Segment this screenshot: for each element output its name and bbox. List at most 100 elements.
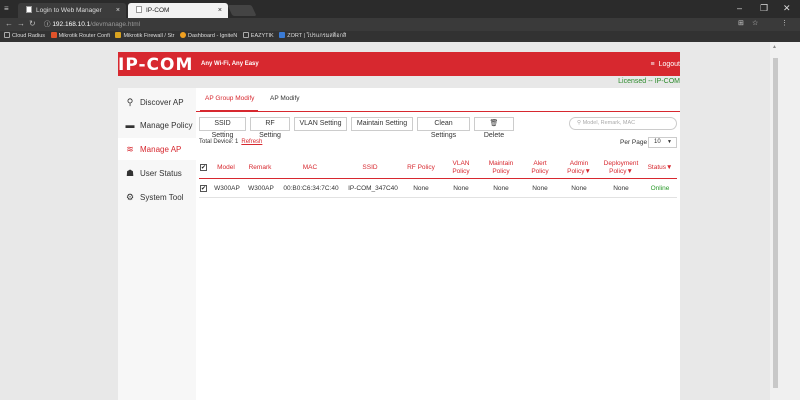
sidebar-item-discover-ap[interactable]: ⚲ Discover AP — [118, 91, 196, 113]
sidebar-item-label: User Status — [140, 169, 182, 178]
cell-mac: 00:B0:C6:34:7C:40 — [283, 185, 339, 192]
bookmark-item[interactable]: Dashboard - IgniteN — [180, 31, 237, 42]
tagline: Any Wi-Fi, Any Easy — [201, 61, 259, 67]
translate-icon[interactable]: ⊞ — [738, 19, 744, 27]
sidebar-item-label: Manage Policy — [140, 121, 193, 130]
sidebar-item-manage-ap[interactable]: ≋ Manage AP — [118, 138, 196, 160]
subtab-bar: AP Group Modify AP Modify — [196, 88, 680, 112]
bookmark-item[interactable]: Mikrotik Router Confi — [50, 31, 110, 42]
scrollbar-thumb[interactable] — [773, 58, 778, 388]
address-host: 192.168.10.1 — [52, 21, 91, 28]
browser-tab-login[interactable]: Login to Web Manager × — [18, 3, 126, 18]
bookmark-label: Cloud Radius — [12, 33, 46, 39]
col-remark[interactable]: Remark — [245, 164, 275, 172]
clean-settings-button[interactable]: Clean Settings — [417, 117, 470, 139]
status-badge: Online — [650, 185, 670, 192]
per-page-select[interactable]: 10 ▼ — [648, 137, 677, 148]
sidebar-item-system-tool[interactable]: ⚙ System Tool — [118, 186, 196, 208]
bookmark-item[interactable]: EAZYTIK — [242, 31, 274, 42]
back-icon[interactable]: ← — [5, 19, 13, 28]
page-icon — [4, 32, 10, 38]
sidebar-item-label: Manage AP — [140, 145, 182, 154]
per-page-value: 10 — [654, 139, 661, 145]
close-icon[interactable]: × — [116, 3, 120, 18]
cell-ssid: IP-COM_347C40 — [348, 185, 398, 192]
sidebar: ⚲ Discover AP ▬ Manage Policy ≋ Manage AP ☗… — [118, 88, 196, 400]
bookmark-star-icon[interactable]: ☆ — [752, 19, 758, 27]
delete-button[interactable]: 🗑 Delete — [474, 117, 514, 139]
browser-tab-bar: ≡ Login to Web Manager × IP-COM × – ❐ ✕ — [0, 0, 800, 18]
browser-menu-icon[interactable]: ≡ — [4, 4, 13, 13]
trash-icon: 🗑 — [489, 120, 499, 127]
ssid-setting-button[interactable]: SSID Setting — [199, 117, 246, 139]
forward-icon[interactable]: → — [17, 19, 25, 28]
bookmark-label: Dashboard - IgniteN — [188, 33, 238, 39]
col-deployment-policy[interactable]: Deployment Policy▼ — [601, 160, 641, 176]
info-icon[interactable]: ⓘ — [44, 21, 51, 28]
col-maintain-policy[interactable]: Maintain Policy — [483, 160, 519, 176]
cell-alert-policy: None — [532, 185, 548, 192]
cell-model: W300AP — [214, 185, 240, 192]
bookmark-favicon — [50, 32, 57, 38]
bookmark-item[interactable]: ZORT | โปรแกรมสต็อกสิ — [279, 31, 346, 42]
refresh-link[interactable]: Refresh — [241, 139, 262, 145]
col-admin-policy[interactable]: Admin Policy▼ — [563, 160, 595, 176]
bookmark-favicon — [115, 32, 122, 38]
sidebar-item-manage-policy[interactable]: ▬ Manage Policy — [118, 114, 196, 136]
browser-tab-ipcom[interactable]: IP-COM × — [128, 3, 228, 18]
select-all-checkbox[interactable]: ✔ — [200, 164, 207, 171]
col-status[interactable]: Status▼ — [645, 164, 675, 172]
reload-icon[interactable]: ↻ — [29, 19, 36, 28]
row-checkbox[interactable]: ✔ — [200, 185, 207, 192]
browser-navbar: ← → ↻ ⓘ 192.168.10.1/devmanage.html ⊞ ☆ … — [0, 18, 800, 31]
search-icon: ⚲ — [577, 120, 582, 126]
list-icon: ≡ — [650, 61, 655, 68]
vlan-setting-button[interactable]: VLAN Setting — [294, 117, 347, 131]
col-ssid[interactable]: SSID — [345, 164, 395, 172]
cell-maintain-policy: None — [493, 185, 509, 192]
sidebar-item-label: System Tool — [140, 193, 184, 202]
scroll-up-icon[interactable]: ▲ — [772, 44, 777, 50]
bookmark-favicon — [279, 32, 286, 38]
table-header-divider — [199, 178, 677, 179]
per-page-label: Per Page — [620, 139, 648, 146]
briefcase-icon: ▬ — [125, 120, 135, 130]
bookmark-label: ZORT | โปรแกรมสต็อกสิ — [287, 33, 347, 39]
page-icon — [136, 6, 142, 13]
tab-ap-modify[interactable]: AP Modify — [270, 95, 300, 102]
logout-button[interactable]: ≡ Logout — [650, 61, 680, 68]
page-icon — [242, 32, 249, 38]
cell-vlan-policy: None — [453, 185, 469, 192]
bookmark-label: EAZYTIK — [250, 33, 274, 39]
search-input[interactable]: ⚲ Model, Remark, MAC — [569, 117, 677, 130]
cell-admin-policy: None — [571, 185, 587, 192]
total-devices: Total Device: 1 Refresh — [199, 139, 262, 145]
minimize-icon[interactable]: – — [737, 3, 742, 13]
maximize-icon[interactable]: ❐ — [760, 3, 768, 14]
active-tab-indicator — [200, 110, 258, 112]
app-header: IP-COM Any Wi-Fi, Any Easy ≡ Logout — [118, 52, 680, 76]
col-rf-policy[interactable]: RF Policy — [403, 164, 439, 172]
bookmark-favicon — [180, 32, 187, 38]
col-model[interactable]: Model — [214, 164, 238, 172]
close-window-icon[interactable]: ✕ — [783, 3, 791, 14]
col-vlan-policy[interactable]: VLAN Policy — [445, 160, 477, 176]
bookmark-label: Mikrotik Firewall / Str — [123, 33, 175, 39]
browser-tab-label: Login to Web Manager — [36, 7, 102, 14]
address-bar[interactable]: ⓘ 192.168.10.1/devmanage.html — [44, 19, 644, 30]
sidebar-item-user-status[interactable]: ☗ User Status — [118, 162, 196, 184]
ipcom-logo: IP-COM — [118, 55, 194, 75]
new-tab-button[interactable] — [227, 5, 257, 16]
more-menu-icon[interactable]: ⋮ — [781, 19, 788, 27]
rf-setting-button[interactable]: RF Setting — [250, 117, 290, 139]
bookmark-label: Mikrotik Router Confi — [58, 33, 110, 39]
col-alert-policy[interactable]: Alert Policy — [525, 160, 555, 176]
close-icon[interactable]: × — [218, 3, 222, 18]
bookmark-item[interactable]: Cloud Radius — [4, 31, 45, 42]
maintain-setting-button[interactable]: Maintain Setting — [351, 117, 413, 131]
col-mac[interactable]: MAC — [285, 164, 335, 172]
tab-ap-group-modify[interactable]: AP Group Modify — [205, 95, 254, 102]
bookmark-item[interactable]: Mikrotik Firewall / Str — [115, 31, 174, 42]
cell-deployment-policy: None — [613, 185, 629, 192]
antenna-icon: ⚲ — [126, 97, 134, 107]
